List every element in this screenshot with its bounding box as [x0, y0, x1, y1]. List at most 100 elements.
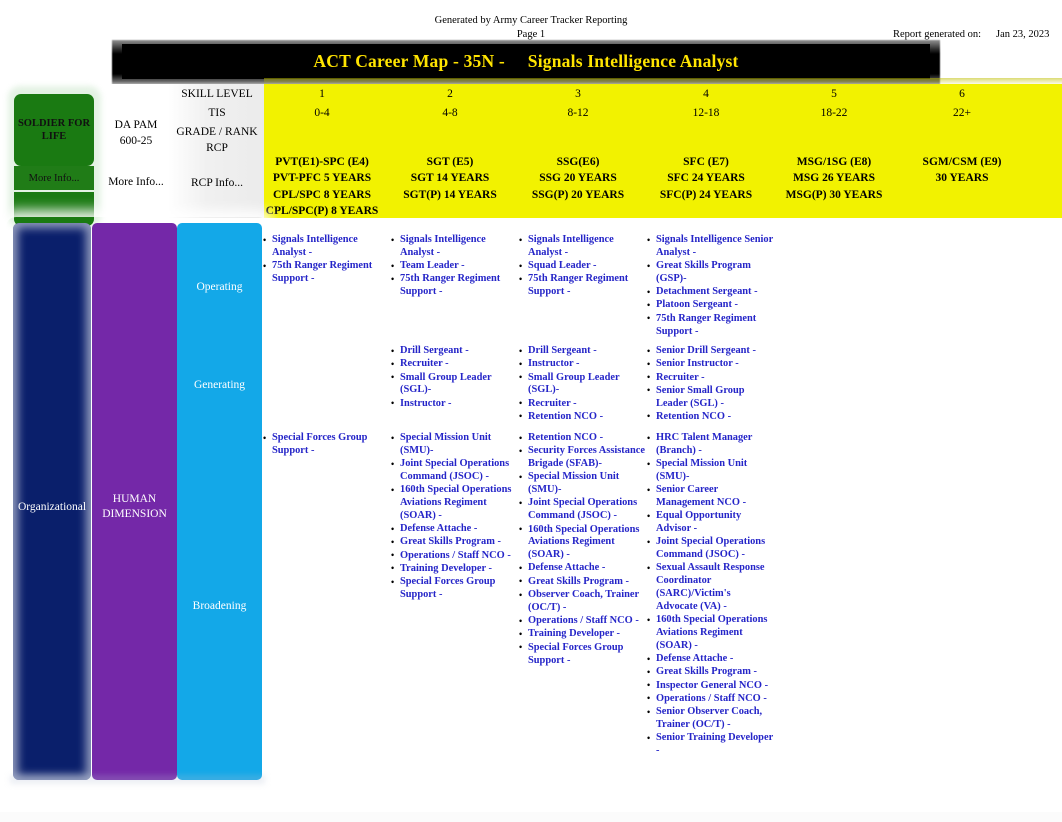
career-item[interactable]: Joint Special Operations Command (JSOC) … [390, 458, 517, 484]
header-skill-level-1: 1 [319, 88, 325, 100]
career-item[interactable]: Training Developer - [518, 628, 645, 641]
career-item[interactable]: 75th Ranger Regiment Support - [390, 273, 517, 299]
career-cell-generating-sl2: Drill Sergeant -Recruiter -Small Group L… [390, 345, 517, 411]
career-item[interactable]: Operations / Staff NCO - [518, 615, 645, 628]
career-item[interactable]: Signals Intelligence Senior Analyst - [646, 234, 773, 260]
career-item[interactable]: Senior Observer Coach, Trainer (OC/T) - [646, 706, 773, 732]
career-item[interactable]: Special Mission Unit (SMU)- [646, 458, 773, 484]
career-item[interactable]: 75th Ranger Regiment Support - [518, 273, 645, 299]
career-item[interactable]: Training Developer - [390, 562, 517, 576]
career-item[interactable]: Recruiter - [518, 397, 645, 411]
soldier-for-life-more-info[interactable]: More Info... [14, 166, 94, 190]
career-item[interactable]: Great Skills Program - [646, 666, 773, 679]
career-item[interactable]: Senior Instructor - [646, 358, 773, 371]
career-item[interactable]: Recruiter - [646, 371, 773, 385]
career-item[interactable]: Instructor - [390, 397, 517, 411]
soldier-for-life-more-info-label: More Info... [28, 172, 80, 184]
career-item[interactable]: Platoon Sergeant - [646, 299, 773, 312]
career-item[interactable]: 75th Ranger Regiment Support - [262, 260, 389, 286]
career-item[interactable]: Joint Special Operations Command (JSOC) … [646, 536, 773, 562]
career-list-broadening-sl3: Retention NCO -Security Forces Assistanc… [518, 432, 645, 667]
header-skill-level-4: 4 [703, 88, 709, 100]
career-cell-operating-sl1: Signals Intelligence Analyst -75th Range… [262, 234, 389, 286]
career-item[interactable]: Inspector General NCO - [646, 679, 773, 693]
soldier-for-life-panel: SOLDIER FOR LIFE [14, 94, 94, 166]
header-skill-level-3: 3 [575, 88, 581, 100]
header-tis-4: 12-18 [692, 107, 720, 119]
career-item[interactable]: 75th Ranger Regiment Support - [646, 312, 773, 339]
career-item[interactable]: Defense Attache - [390, 523, 517, 536]
header-grade-rank-1: PVT(E1)-SPC (E4) [275, 156, 369, 168]
header-tis-2: 4-8 [442, 107, 458, 119]
career-item[interactable]: Special Mission Unit (SMU)- [390, 432, 517, 458]
career-cell-operating-sl4: Signals Intelligence Senior Analyst -Gre… [646, 234, 773, 339]
career-list-operating-sl4: Signals Intelligence Senior Analyst -Gre… [646, 234, 773, 338]
career-item[interactable]: Special Mission Unit (SMU)- [518, 471, 645, 497]
career-item[interactable]: Observer Coach, Trainer (OC/T) - [518, 589, 645, 615]
career-item[interactable]: Great Skills Program - [518, 575, 645, 589]
career-item[interactable]: HRC Talent Manager (Branch) - [646, 432, 773, 458]
header-rcp-5-2: MSG(P) 30 YEARS [785, 188, 883, 201]
header-rcp-3-2: SSG(P) 20 YEARS [531, 188, 625, 201]
career-cell-operating-sl3: Signals Intelligence Analyst -Squad Lead… [518, 234, 645, 299]
career-item[interactable]: Special Forces Group Support - [262, 432, 389, 458]
career-item[interactable]: Equal Opportunity Advisor - [646, 510, 773, 536]
career-item[interactable]: Signals Intelligence Analyst - [390, 234, 517, 260]
career-item[interactable]: Sexual Assault Response Coordinator (SAR… [646, 562, 773, 613]
career-item[interactable]: Recruiter - [390, 358, 517, 371]
career-item[interactable]: 160th Special Operations Aviations Regim… [518, 523, 645, 562]
career-item[interactable]: Joint Special Operations Command (JSOC) … [518, 497, 645, 523]
header-label-grade-rank: GRADE / RANK [176, 126, 258, 138]
label-human-dimension: HUMAN DIMENSION [102, 493, 167, 520]
header-grade-rank-3: SSG(E6) [556, 156, 600, 168]
career-cell-broadening-sl4: HRC Talent Manager (Branch) -Special Mis… [646, 432, 773, 758]
career-list-operating-sl3: Signals Intelligence Analyst -Squad Lead… [518, 234, 645, 299]
career-item[interactable]: Senior Drill Sergeant - [646, 345, 773, 358]
career-item[interactable]: Operations / Staff NCO - [646, 692, 773, 706]
header-tis-6: 22+ [953, 107, 971, 119]
career-item[interactable]: Defense Attache - [646, 653, 773, 666]
career-item[interactable]: Defense Attache - [518, 562, 645, 575]
career-column-skill-level-6 [902, 222, 1029, 782]
career-item[interactable]: Team Leader - [390, 260, 517, 273]
header-grade-rank-4: SFC (E7) [683, 156, 729, 168]
career-list-operating-sl2: Signals Intelligence Analyst -Team Leade… [390, 234, 517, 299]
career-item[interactable]: Detachment Sergeant - [646, 286, 773, 299]
header-label-rcp-info[interactable]: RCP Info... [168, 177, 266, 189]
header-skill-level-5: 5 [831, 88, 837, 100]
career-item[interactable]: Drill Sergeant - [518, 345, 645, 358]
career-item[interactable]: Drill Sergeant - [390, 345, 517, 358]
career-item[interactable]: Senior Training Developer - [646, 732, 773, 758]
career-item[interactable]: Senior Career Management NCO - [646, 484, 773, 510]
career-item[interactable]: 160th Special Operations Aviations Regim… [646, 614, 773, 652]
career-item[interactable]: Special Forces Group Support - [518, 641, 645, 668]
career-item[interactable]: Squad Leader - [518, 260, 645, 273]
career-list-broadening-sl4: HRC Talent Manager (Branch) -Special Mis… [646, 432, 773, 758]
career-item[interactable]: Security Forces Assistance Brigade (SFAB… [518, 445, 645, 471]
header-rcp-1-3: CPL/SPC(P) 8 YEARS [265, 205, 379, 217]
career-item[interactable]: Small Group Leader (SGL)- [518, 371, 645, 398]
header-tis-1: 0-4 [314, 107, 330, 119]
soldier-for-life-footer [14, 192, 94, 226]
career-item[interactable]: Instructor - [518, 358, 645, 371]
career-item[interactable]: Signals Intelligence Analyst - [262, 234, 389, 260]
career-item[interactable]: Senior Small Group Leader (SGL) - [646, 384, 773, 411]
career-item[interactable]: Small Group Leader (SGL)- [390, 371, 517, 398]
career-item[interactable]: Great Skills Program - [390, 536, 517, 549]
career-cell-generating-sl3: Drill Sergeant -Instructor -Small Group … [518, 345, 645, 424]
career-item[interactable]: Retention NCO - [646, 410, 773, 424]
career-item[interactable]: Retention NCO - [518, 432, 645, 445]
career-item[interactable]: Special Forces Group Support - [390, 576, 517, 602]
banner-title: ACT Career Map - 35N - Signals Intellige… [313, 51, 739, 71]
career-item[interactable]: Great Skills Program (GSP)- [646, 260, 773, 286]
career-item[interactable]: 160th Special Operations Aviations Regim… [390, 484, 517, 522]
career-column-skill-level-1: Signals Intelligence Analyst -75th Range… [262, 222, 389, 782]
career-item[interactable]: Retention NCO - [518, 410, 645, 424]
da-pam-more-info[interactable]: More Info... [104, 176, 168, 188]
label-track-broadening: Broadening [192, 600, 247, 612]
header-rcp-6-1: 30 YEARS [935, 172, 989, 184]
career-item[interactable]: Operations / Staff NCO - [390, 549, 517, 563]
career-list-operating-sl1: Signals Intelligence Analyst -75th Range… [262, 234, 389, 286]
career-item[interactable]: Signals Intelligence Analyst - [518, 234, 645, 260]
header-rcp-1-1: PVT-PFC 5 YEARS [272, 172, 372, 184]
